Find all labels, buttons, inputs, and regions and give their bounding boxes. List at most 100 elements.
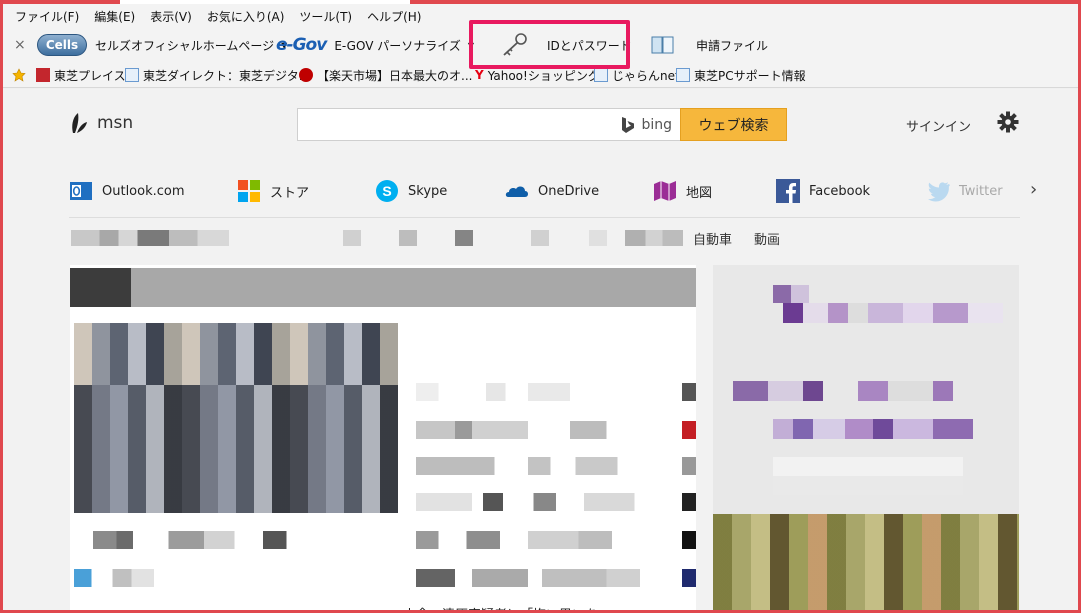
headline-line [416,531,696,549]
headline-line [416,457,696,475]
msn-logo[interactable]: msn [69,111,133,135]
rakuten-icon [299,68,313,82]
news-card[interactable] [70,265,696,613]
headline-line [416,493,696,511]
ad-photo [713,514,1019,613]
fav-toshiba-pc-support[interactable]: 東芝PCサポート情報 [676,62,806,88]
ad-block [733,381,983,401]
blurred-category [71,230,229,246]
active-tab-edge [120,0,410,4]
favorites-star[interactable] [12,62,30,88]
web-search-button[interactable]: ウェブ検索 [680,108,787,141]
gear-icon[interactable] [997,111,1019,133]
fav-label: Yahoo!ショッピング [487,68,600,83]
ad-block [773,285,809,303]
menu-favorites[interactable]: お気に入り(A) [207,8,285,25]
nav-label: Twitter [959,183,1003,199]
menu-tools[interactable]: ツール(T) [299,8,352,25]
nav-twitter[interactable]: Twitter [926,173,1003,209]
ad-block [773,419,973,439]
ie-page-icon [594,68,608,82]
egov-label: E-GOV パーソナライズ [334,38,461,53]
fav-label: 東芝プレイス [54,68,126,83]
nav-label: ストア [270,185,310,201]
card-header [70,268,696,307]
ie-page-icon [676,68,690,82]
fav-label: 【楽天市場】日本最大のオ... [317,68,473,83]
menu-help[interactable]: ヘルプ(H) [367,8,421,25]
egov-personalize-button[interactable]: e-Gov E-GOV パーソナライズ ▼ [276,28,474,62]
nav-store[interactable]: ストア [237,173,309,209]
document-folder-icon [651,36,674,54]
blurred-category [399,230,417,246]
fav-label: 東芝ダイレクト：東芝デジタ... [143,68,311,83]
cells-logo: Cells [37,34,87,56]
facebook-icon [776,179,800,203]
ad-block [753,303,1003,323]
nav-divider [69,217,1020,218]
nav-outlook[interactable]: Outlook.com [69,173,185,209]
svg-text:S: S [382,183,391,199]
nav-facebook[interactable]: Facebook [776,173,870,209]
ad-block [773,457,963,495]
blurred-category [625,230,683,246]
nav-label: OneDrive [538,183,600,199]
search-input[interactable]: bing [297,108,681,141]
services-nav: Outlook.com ストア S Skype OneDrive 地図 Face… [69,173,1059,209]
application-file-button[interactable]: 申請ファイル [650,28,768,62]
nav-onedrive[interactable]: OneDrive [505,173,599,209]
ad-photo-pixels [713,514,1019,613]
yahoo-icon: Y [475,68,484,82]
ad-card[interactable] [713,265,1019,613]
blurred-category [343,230,361,246]
close-toolbar-button[interactable]: × [14,37,26,53]
fav-toshiba-place[interactable]: 東芝プレイス [36,62,126,88]
egov-logo: e-Gov [276,35,327,55]
nav-label: Outlook.com [102,183,185,199]
cells-homepage-button[interactable]: Cells セルズオフィシャルホームページ ▼ [37,28,287,62]
news-headline[interactable]: 山舎、清原容疑者に「悔い思いを [403,604,598,613]
category-video[interactable]: 動画 [754,229,780,248]
nav-label: Skype [408,183,448,199]
toshiba-favicon-icon [36,68,50,82]
onedrive-icon [505,186,528,197]
msn-butterfly-icon [72,113,87,133]
blurred-category [455,230,473,246]
outlook-icon [70,182,92,200]
cells-label: セルズオフィシャルホームページ [95,38,275,53]
nav-maps[interactable]: 地図 [653,173,712,209]
blurred-category [589,230,607,246]
menu-file[interactable]: ファイル(F) [15,8,79,25]
star-icon [12,68,26,82]
bing-text: bing [641,117,672,133]
windows-store-icon [238,180,260,202]
menu-view[interactable]: 表示(V) [150,8,192,25]
menu-edit[interactable]: 編集(E) [94,8,135,25]
page-content: msn bing ウェブ検索 サインイン Outlook.com ストア S S… [3,89,1078,613]
category-cars[interactable]: 自動車 [693,229,732,248]
headline-line [416,569,696,587]
nav-skype[interactable]: S Skype [375,173,447,209]
skype-icon: S [376,180,398,202]
fav-rakuten[interactable]: 【楽天市場】日本最大のオ... [299,62,472,88]
headline-line [74,569,154,587]
maps-icon [654,181,676,201]
signin-link[interactable]: サインイン [906,116,971,135]
headline-line [74,531,310,549]
fav-toshiba-direct[interactable]: 東芝ダイレクト：東芝デジタ... [125,62,310,88]
bing-brand: bing [621,116,672,134]
thumbnail-lower [74,385,398,513]
headline-line [416,383,696,401]
nav-label: Facebook [809,183,871,199]
nav-label: 地図 [686,185,713,201]
category-row: 自動車 動画 [69,227,829,249]
ie-page-icon [125,68,139,82]
headline-line [416,421,696,439]
blurred-category [531,230,549,246]
msn-logo-text: msn [97,113,134,133]
bing-icon [622,117,635,133]
highlight-box [469,20,630,69]
chevron-right-icon[interactable]: › [1030,179,1037,200]
fav-label: 東芝PCサポート情報 [694,68,806,83]
fav-label: じゃらんnet [612,68,680,83]
